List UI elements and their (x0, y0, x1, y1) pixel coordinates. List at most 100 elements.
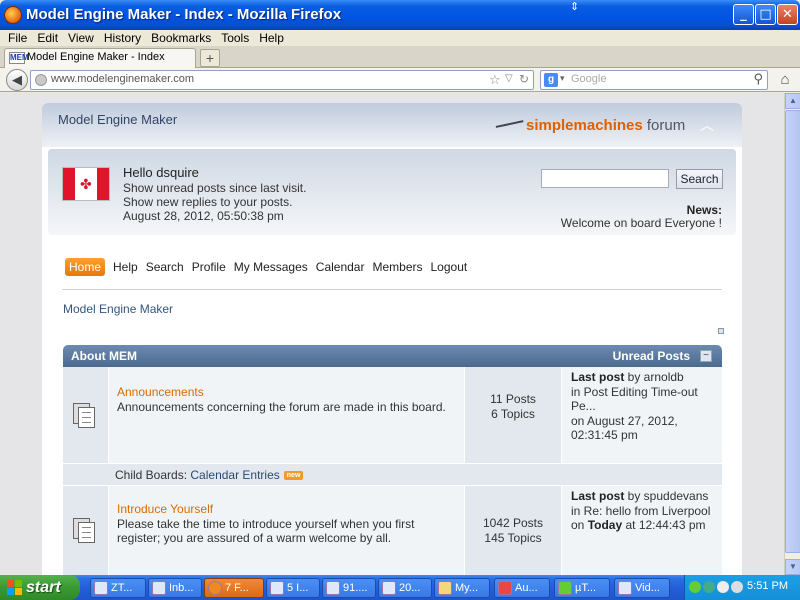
unread-posts-link[interactable]: Unread Posts (613, 349, 690, 363)
collapse-header-icon[interactable]: ︿ (700, 115, 714, 135)
taskbar-item[interactable]: Inb... (148, 578, 202, 598)
tab-bar: MEM Model Engine Maker - Index + (0, 46, 800, 68)
menu-tools[interactable]: Tools (216, 30, 254, 46)
board-stats: 1042 Posts 145 Topics (464, 486, 562, 575)
taskbar-item-firefox[interactable]: 7 F... (204, 578, 264, 598)
tab-label: Model Engine Maker - Index (27, 51, 165, 63)
forum-search-input[interactable] (541, 169, 669, 188)
board-stats: 11 Posts 6 Topics (464, 367, 562, 463)
news-label: News: (686, 203, 722, 217)
new-replies-link[interactable]: Show new replies to your posts. (123, 195, 306, 209)
firefox-logo-icon (4, 6, 22, 24)
globe-icon (35, 74, 47, 86)
canada-flag-avatar: ✤ (62, 167, 110, 201)
firefox-icon (208, 581, 222, 595)
window-titlebar[interactable]: Model Engine Maker - Index - Mozilla Fir… (0, 0, 800, 30)
taskbar-item[interactable]: ZT... (90, 578, 146, 598)
tray-icon[interactable] (717, 581, 729, 593)
page-scrollbar[interactable]: ▲ ▼ (784, 93, 800, 575)
board-description: Please take the time to introduce yourse… (117, 517, 415, 545)
menu-forum-help[interactable]: Help (113, 258, 138, 276)
menu-my-messages[interactable]: My Messages (234, 258, 308, 276)
menu-members[interactable]: Members (372, 258, 422, 276)
topic-count: 6 Topics (491, 407, 535, 421)
last-post-author[interactable]: by arnoldb (624, 370, 684, 384)
breadcrumb[interactable]: Model Engine Maker (63, 302, 173, 316)
forum-title[interactable]: Model Engine Maker (58, 112, 177, 127)
tab-model-engine-maker[interactable]: MEM Model Engine Maker - Index (4, 48, 196, 68)
category-header: About MEM Unread Posts − (63, 345, 722, 367)
scroll-down-icon[interactable]: ▼ (785, 559, 800, 575)
last-post-topic[interactable]: in Re: hello from Liverpool (571, 504, 719, 519)
board-name[interactable]: Introduce Yourself (117, 502, 457, 516)
menu-search[interactable]: Search (146, 258, 184, 276)
taskbar-item[interactable]: 5 I... (266, 578, 320, 598)
windows-logo-icon (7, 580, 22, 595)
category-name[interactable]: About MEM (71, 349, 137, 363)
minimize-button[interactable]: _ (733, 4, 754, 25)
last-post-author[interactable]: by spuddevans (624, 489, 709, 503)
home-icon[interactable]: ⌂ (775, 70, 795, 90)
greeting: Hello dsquire (123, 165, 199, 180)
app-icon (326, 581, 340, 595)
back-button[interactable]: ◀ (6, 69, 28, 91)
menu-help[interactable]: Help (254, 30, 289, 46)
menu-file[interactable]: File (3, 30, 32, 46)
search-placeholder: Google (571, 73, 607, 85)
system-tray: 5:51 PM (684, 575, 800, 600)
tray-icon[interactable] (689, 581, 701, 593)
web-search-box[interactable]: g ▾ Google ⚲ (540, 70, 768, 90)
forum-search-button[interactable]: Search (676, 169, 723, 189)
url-dropdown-icon[interactable]: ▽ (505, 73, 513, 84)
clock[interactable]: 5:51 PM (747, 580, 788, 592)
board-icon[interactable] (73, 403, 97, 429)
folder-icon (438, 581, 452, 595)
last-post: Last post by arnoldb in Post Editing Tim… (571, 370, 719, 443)
collapse-category-icon[interactable]: − (700, 350, 712, 362)
new-tab-button[interactable]: + (200, 49, 220, 67)
unread-posts-link[interactable]: Show unread posts since last visit. (123, 181, 306, 195)
menu-view[interactable]: View (63, 30, 99, 46)
last-post-date: on August 27, 2012, 02:31:45 pm (571, 413, 678, 443)
menu-bookmarks[interactable]: Bookmarks (146, 30, 216, 46)
url-text: www.modelenginemaker.com (51, 73, 195, 85)
menu-home[interactable]: Home (65, 258, 106, 276)
google-icon[interactable]: g (544, 73, 558, 87)
collapse-toggle-icon[interactable] (718, 328, 724, 334)
utorrent-icon (558, 581, 572, 595)
ie-icon (270, 581, 284, 595)
child-board-link[interactable]: Calendar Entries (190, 468, 279, 482)
url-bar[interactable]: www.modelenginemaker.com ☆ ▽ ↻ (30, 70, 534, 90)
menu-logout[interactable]: Logout (431, 258, 468, 276)
page-content: Model Engine Maker simplemachines forum … (0, 93, 784, 575)
smf-logo[interactable]: simplemachines forum (495, 117, 685, 134)
taskbar-item[interactable]: Au... (494, 578, 550, 598)
taskbar-item[interactable]: Vid... (614, 578, 670, 598)
mem-favicon-icon: MEM (9, 52, 29, 64)
app-icon (94, 581, 108, 595)
last-post-topic[interactable]: in Post Editing Time-out Pe... (571, 385, 719, 414)
current-datetime: August 28, 2012, 05:50:38 pm (123, 209, 284, 223)
taskbar-item[interactable]: My... (434, 578, 490, 598)
scroll-up-icon[interactable]: ▲ (785, 93, 800, 109)
menu-calendar[interactable]: Calendar (316, 258, 365, 276)
menu-profile[interactable]: Profile (192, 258, 226, 276)
scroll-thumb[interactable] (785, 110, 800, 553)
taskbar-item[interactable]: 20... (378, 578, 432, 598)
start-button[interactable]: start (0, 575, 80, 600)
search-magnifier-icon[interactable]: ⚲ (753, 71, 763, 87)
menu-history[interactable]: History (99, 30, 146, 46)
reload-icon[interactable]: ↻ (519, 72, 529, 86)
menu-edit[interactable]: Edit (32, 30, 63, 46)
board-name[interactable]: Announcements (117, 385, 457, 399)
taskbar-item[interactable]: 91.... (322, 578, 376, 598)
search-engine-dropdown-icon[interactable]: ▾ (560, 73, 565, 84)
speaker-icon[interactable] (731, 581, 743, 593)
tray-icon[interactable] (703, 581, 715, 593)
menu-bar: File Edit View History Bookmarks Tools Help (0, 30, 800, 46)
bookmark-star-icon[interactable]: ☆ (489, 72, 501, 88)
board-icon[interactable] (73, 518, 97, 544)
maximize-button[interactable]: □ (755, 4, 776, 25)
close-button[interactable]: ✕ (777, 4, 798, 25)
taskbar-item[interactable]: µT... (554, 578, 610, 598)
